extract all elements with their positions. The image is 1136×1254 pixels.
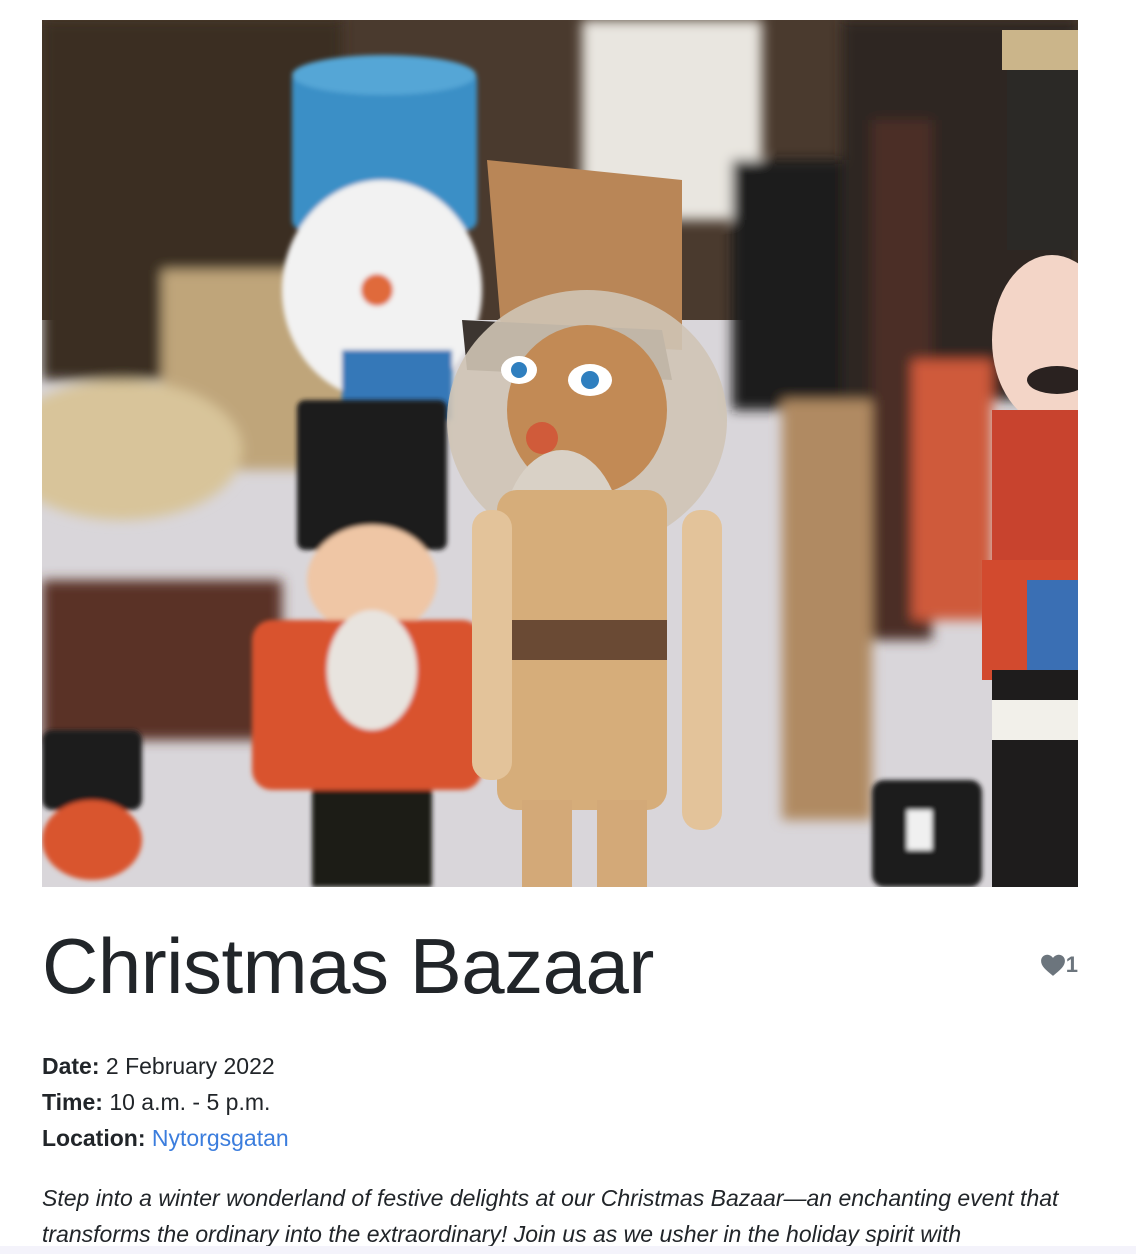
page-bottom-edge <box>0 1246 1136 1254</box>
location-row: Location: Nytorgsgatan <box>42 1120 289 1156</box>
date-label: Date: <box>42 1053 106 1079</box>
location-label: Location: <box>42 1125 152 1151</box>
event-image <box>42 20 1078 887</box>
event-page: Christmas Bazaar 1 Date: 2 February 2022… <box>0 0 1136 1254</box>
event-title: Christmas Bazaar <box>42 922 654 1010</box>
like-button[interactable]: 1 <box>1040 952 1078 978</box>
like-count: 1 <box>1065 952 1078 977</box>
time-value: 10 a.m. - 5 p.m. <box>109 1089 271 1115</box>
date-value: 2 February 2022 <box>105 1053 275 1079</box>
date-row: Date: 2 February 2022 <box>42 1048 289 1084</box>
nutcracker-photo <box>42 20 1078 887</box>
time-label: Time: <box>42 1089 110 1115</box>
time-row: Time: 10 a.m. - 5 p.m. <box>42 1084 289 1120</box>
heart-icon <box>1040 953 1066 977</box>
location-link[interactable]: Nytorgsgatan <box>152 1125 289 1151</box>
event-description: Step into a winter wonderland of festive… <box>42 1185 1059 1247</box>
title-row: Christmas Bazaar 1 <box>42 916 1078 1016</box>
event-details: Date: 2 February 2022 Time: 10 a.m. - 5 … <box>42 1048 289 1156</box>
